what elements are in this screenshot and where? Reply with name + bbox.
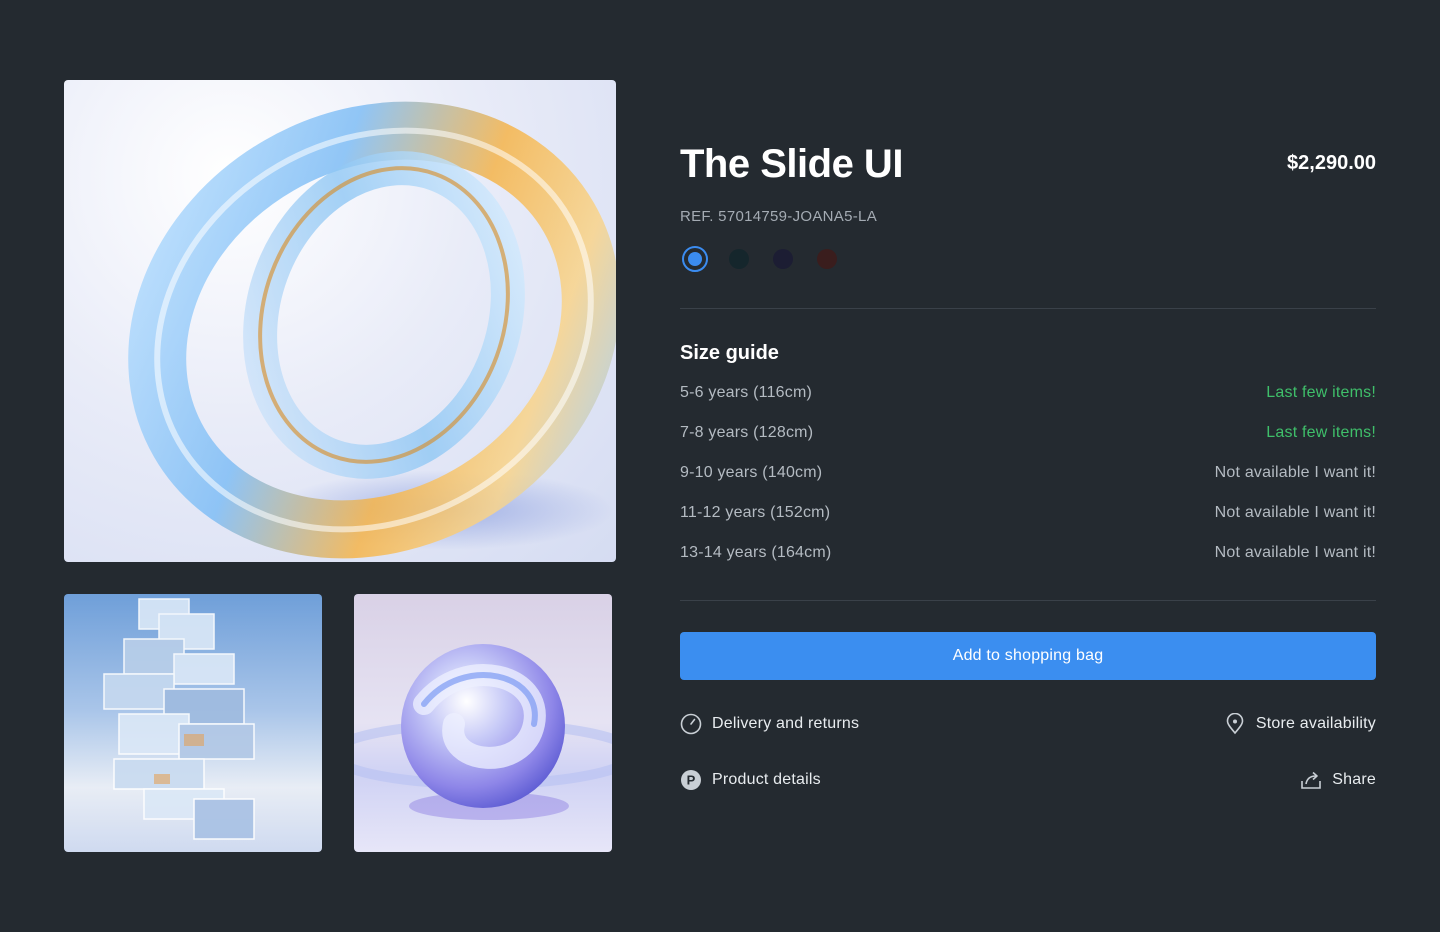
product-details-link[interactable]: P Product details xyxy=(680,769,821,791)
color-swatches xyxy=(682,246,840,272)
color-swatch-blue[interactable] xyxy=(682,246,708,272)
size-status: Last few items! xyxy=(1266,424,1376,441)
size-label: 5-6 years (116cm) xyxy=(680,384,813,401)
product-reference: REF. 57014759-JOANA5-LA xyxy=(680,208,877,225)
product-details-label: Product details xyxy=(712,771,821,788)
size-label: 7-8 years (128cm) xyxy=(680,424,814,441)
color-swatch-dark-maroon[interactable] xyxy=(814,246,840,272)
location-pin-icon xyxy=(1224,713,1246,735)
store-availability-label: Store availability xyxy=(1255,715,1376,732)
size-guide-heading: Size guide xyxy=(680,342,779,364)
size-status: Last few items! xyxy=(1266,384,1376,401)
delivery-returns-link[interactable]: Delivery and returns xyxy=(680,713,859,735)
size-status: Not available I want it! xyxy=(1214,504,1376,521)
store-availability-link[interactable]: Store availability xyxy=(1224,713,1376,735)
size-row[interactable]: 11-12 years (152cm) Not available I want… xyxy=(680,504,1376,544)
size-status: Not available I want it! xyxy=(1214,544,1376,561)
size-row[interactable]: 7-8 years (128cm) Last few items! xyxy=(680,424,1376,464)
share-icon xyxy=(1300,769,1322,791)
delivery-returns-label: Delivery and returns xyxy=(712,715,860,732)
add-to-bag-button[interactable]: Add to shopping bag xyxy=(680,632,1376,680)
size-label: 11-12 years (152cm) xyxy=(680,504,831,521)
divider xyxy=(680,308,1376,309)
size-label: 9-10 years (140cm) xyxy=(680,464,823,481)
share-link[interactable]: Share xyxy=(1300,769,1376,791)
size-row[interactable]: 13-14 years (164cm) Not available I want… xyxy=(680,544,1376,584)
size-row[interactable]: 9-10 years (140cm) Not available I want … xyxy=(680,464,1376,504)
product-p-icon: P xyxy=(680,769,702,791)
svg-text:P: P xyxy=(687,773,696,788)
product-price: $2,290.00 xyxy=(1287,152,1376,174)
divider xyxy=(680,600,1376,601)
size-label: 13-14 years (164cm) xyxy=(680,544,832,561)
clock-icon xyxy=(680,713,702,735)
size-row[interactable]: 5-6 years (116cm) Last few items! xyxy=(680,384,1376,424)
main-product-image[interactable] xyxy=(64,80,616,562)
size-list: 5-6 years (116cm) Last few items! 7-8 ye… xyxy=(680,384,1376,584)
share-label: Share xyxy=(1332,771,1376,788)
color-swatch-dark-teal[interactable] xyxy=(726,246,752,272)
color-swatch-dark-navy[interactable] xyxy=(770,246,796,272)
thumbnail-glass-tower[interactable] xyxy=(64,594,322,852)
size-status: Not available I want it! xyxy=(1214,464,1376,481)
thumbnail-glass-sphere[interactable] xyxy=(354,594,612,852)
product-title: The Slide UI xyxy=(680,142,903,186)
